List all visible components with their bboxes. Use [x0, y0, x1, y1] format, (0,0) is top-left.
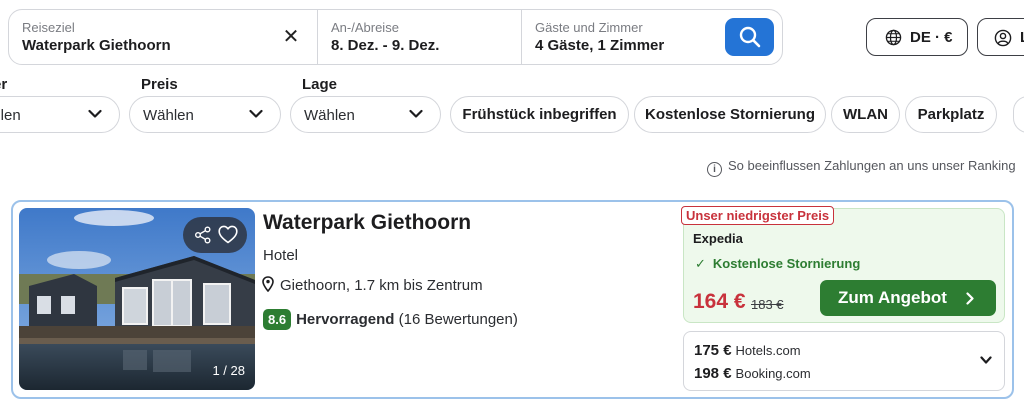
offer-price: 198 € [694, 365, 732, 382]
guests-label: Gäste und Zimmer [535, 20, 643, 35]
filter-label-location: Lage [302, 76, 338, 93]
rating-text: Hervorragend [296, 311, 395, 328]
list-item: 175 € Hotels.com [694, 342, 801, 359]
free-cancellation-note: ✓ Kostenlose Stornierung [695, 256, 860, 272]
language-currency-button[interactable]: DE · € [866, 18, 968, 56]
offer-provider: Booking.com [735, 366, 811, 381]
dates-field[interactable]: An-/Abreise 8. Dez. - 9. Dez. [317, 10, 521, 64]
share-icon[interactable] [194, 226, 212, 244]
search-button[interactable] [725, 18, 774, 56]
other-offers-dropdown[interactable]: 175 € Hotels.com 198 € Booking.com [683, 331, 1005, 391]
ranking-info-link[interactable]: i So beeinflussen Zahlungen an uns unser … [707, 158, 1016, 177]
dates-value[interactable]: 8. Dez. - 9. Dez. [331, 37, 439, 54]
offer-price: 175 € [694, 342, 732, 359]
heart-icon[interactable] [218, 225, 238, 244]
filter-dropdown-value: Wählen [143, 107, 194, 124]
filter-chip-more[interactable] [1013, 96, 1024, 133]
filter-chip-parking[interactable]: Parkplatz [905, 96, 997, 133]
globe-icon [885, 29, 902, 46]
hotel-name[interactable]: Waterpark Giethoorn [263, 211, 471, 235]
filter-dropdown-price[interactable]: Wählen [129, 96, 281, 133]
list-item: 198 € Booking.com [694, 365, 811, 382]
deal-provider: Expedia [693, 231, 743, 246]
user-icon [994, 29, 1012, 47]
filter-chip-wlan[interactable]: WLAN [831, 96, 900, 133]
hotel-location[interactable]: Giethoorn, 1.7 km bis Zentrum [262, 276, 483, 294]
deal-old-price: 183 € [751, 297, 784, 312]
dates-label: An-/Abreise [331, 20, 399, 35]
chevron-down-icon [409, 109, 423, 118]
filter-dropdown-rating[interactable]: ählen [0, 96, 120, 133]
search-icon [739, 26, 761, 48]
filter-chip-free-cancellation[interactable]: Kostenlose Stornierung [634, 96, 826, 133]
filter-chip-breakfast[interactable]: Frühstück inbegriffen [450, 96, 629, 133]
view-deal-button[interactable]: Zum Angebot [820, 280, 996, 316]
photo-actions [183, 217, 247, 253]
photo-counter: 1 / 28 [212, 363, 245, 378]
location-pin-icon [262, 276, 274, 293]
filter-dropdown-location[interactable]: Wählen [290, 96, 441, 133]
guests-value[interactable]: 4 Gäste, 1 Zimmer [535, 37, 664, 54]
chevron-down-icon [980, 356, 992, 364]
filter-dropdown-value: ählen [0, 107, 21, 124]
checkmark-icon: ✓ [695, 256, 706, 271]
ranking-info-text: So beeinflussen Zahlungen an uns unser R… [728, 158, 1016, 173]
free-cancellation-text: Kostenlose Stornierung [712, 256, 861, 271]
chevron-down-icon [249, 109, 263, 118]
destination-value[interactable]: Waterpark Giethoorn [22, 37, 171, 54]
hotel-photo[interactable]: 1 / 28 [19, 208, 255, 390]
filter-label-rating: ter [0, 76, 8, 93]
deal-price: 164 € [693, 290, 746, 313]
hotel-type: Hotel [263, 247, 299, 264]
hotel-rating[interactable]: 8.6 Hervorragend (16 Bewertungen) [263, 309, 518, 330]
language-currency-label: DE · € [910, 29, 953, 46]
close-icon[interactable]: ✕ [281, 27, 301, 47]
destination-field[interactable]: Reiseziel Waterpark Giethoorn ✕ [9, 10, 317, 64]
filter-label-price: Preis [141, 76, 178, 93]
offer-provider: Hotels.com [735, 343, 801, 358]
lowest-price-badge: Unser niedrigster Preis [681, 206, 835, 225]
info-icon: i [707, 162, 722, 177]
chevron-right-icon [966, 292, 974, 305]
filter-dropdown-value: Wählen [304, 107, 355, 124]
login-label: L [1020, 29, 1024, 46]
chevron-down-icon [88, 109, 102, 118]
search-bar: Reiseziel Waterpark Giethoorn ✕ An-/Abre… [8, 9, 783, 65]
hotel-location-text: Giethoorn, 1.7 km bis Zentrum [280, 277, 483, 294]
rating-count: (16 Bewertungen) [398, 311, 518, 328]
destination-label: Reiseziel [22, 20, 75, 35]
view-deal-label: Zum Angebot [838, 288, 947, 307]
login-button[interactable]: L [977, 18, 1024, 56]
rating-score-badge: 8.6 [263, 309, 292, 330]
